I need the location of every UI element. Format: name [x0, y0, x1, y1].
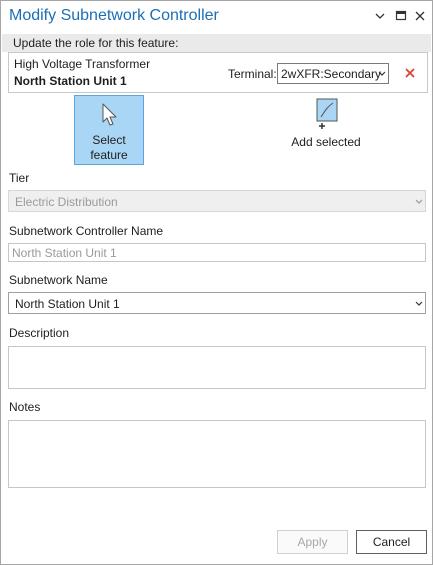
tier-label: Tier [9, 171, 30, 185]
chevron-down-icon [378, 71, 386, 76]
subnetwork-name-select[interactable]: North Station Unit 1 [8, 292, 426, 314]
controller-name-placeholder: North Station Unit 1 [12, 246, 117, 260]
chevron-down-icon[interactable] [373, 9, 387, 23]
terminal-select[interactable]: 2wXFR:Secondary [277, 63, 389, 84]
close-icon[interactable] [413, 9, 427, 23]
select-feature-label: Select feature [75, 133, 143, 163]
add-selected-icon [316, 98, 338, 129]
feature-type: High Voltage Transformer [14, 57, 151, 71]
role-section-header-text: Update the role for this feature: [13, 36, 179, 50]
select-feature-label-line1: Select [92, 133, 126, 147]
chevron-down-icon [415, 199, 423, 204]
tier-value: Electric Distribution [15, 195, 118, 209]
subnetwork-name-value: North Station Unit 1 [15, 297, 120, 311]
pane-titlebar: Modify Subnetwork Controller [1, 1, 432, 33]
feature-name: North Station Unit 1 [14, 74, 127, 88]
chevron-down-icon [415, 301, 423, 306]
modify-subnetwork-controller-pane: Modify Subnetwork Controller Update the … [0, 0, 433, 565]
role-section-header: Update the role for this feature: [2, 34, 431, 52]
select-feature-button[interactable]: Select feature [74, 95, 144, 165]
terminal-value: 2wXFR:Secondary [281, 67, 382, 81]
add-selected-label: Add selected [291, 135, 361, 149]
add-selected-button[interactable]: Add selected [281, 95, 371, 155]
pane-title: Modify Subnetwork Controller [9, 7, 219, 24]
description-input[interactable] [8, 346, 426, 389]
subnetwork-name-label: Subnetwork Name [9, 273, 108, 287]
controller-name-input[interactable]: North Station Unit 1 [8, 243, 426, 262]
remove-feature-icon[interactable] [404, 67, 416, 79]
select-arrow-icon [102, 103, 117, 126]
apply-button[interactable]: Apply [277, 530, 348, 554]
controller-name-label: Subnetwork Controller Name [9, 224, 164, 238]
notes-input[interactable] [8, 420, 426, 488]
description-label: Description [9, 326, 70, 340]
terminal-label: Terminal: [228, 67, 277, 81]
cancel-button[interactable]: Cancel [356, 530, 427, 554]
tier-select: Electric Distribution [8, 190, 426, 212]
select-feature-label-line2: feature [90, 148, 128, 162]
notes-label: Notes [9, 400, 41, 414]
maximize-icon[interactable] [394, 9, 408, 23]
feature-row: High Voltage Transformer North Station U… [8, 52, 428, 93]
